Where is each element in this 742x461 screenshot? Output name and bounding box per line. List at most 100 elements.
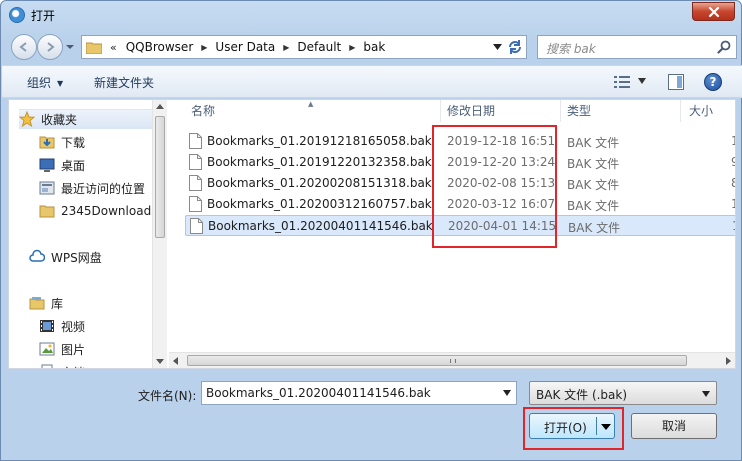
scroll-up-icon[interactable]: [156, 104, 164, 109]
address-dropdown-icon[interactable]: [493, 44, 502, 51]
breadcrumb-chevron-icon[interactable]: ▶: [196, 43, 212, 52]
search-placeholder: 搜索 bak: [546, 42, 596, 56]
filename-label: 文件名(N):: [138, 389, 197, 403]
cloud-icon: [29, 249, 45, 262]
star-icon: [19, 111, 35, 127]
breadcrumb-item[interactable]: Default: [294, 40, 344, 54]
sidebar-item-favorites[interactable]: 收藏夹: [19, 109, 163, 129]
close-button[interactable]: [692, 2, 735, 21]
file-icon: [189, 196, 202, 212]
command-toolbar: 组织 ▼ 新建文件夹 ?: [2, 65, 742, 98]
sidebar-item-pictures[interactable]: 图片: [39, 339, 167, 359]
sidebar-item-desktop[interactable]: 桌面: [39, 155, 167, 175]
filename-dropdown-icon[interactable]: [503, 390, 511, 396]
caret-down-icon: ▼: [57, 79, 64, 88]
sidebar-item-label: 最近访问的位置: [61, 181, 146, 196]
organize-label: 组织: [27, 76, 52, 90]
sidebar-item-wps-cloud[interactable]: WPS网盘: [29, 247, 167, 267]
sidebar-item-label: 下载: [61, 135, 86, 150]
sidebar-item-videos[interactable]: 视频: [39, 316, 167, 336]
file-type-select-value: BAK 文件 (.bak): [536, 388, 628, 402]
breadcrumb-chevron-icon[interactable]: ▶: [344, 43, 360, 52]
window-title: 打开: [31, 9, 56, 23]
file-type: BAK 文件: [567, 199, 620, 213]
folder-icon: [86, 42, 102, 54]
file-size: 9: [731, 155, 735, 169]
recent-locations-dropdown[interactable]: [65, 42, 75, 52]
file-name: Bookmarks_01.20191218165058.bak: [207, 134, 432, 148]
view-details-icon[interactable]: [614, 75, 630, 89]
sidebar-item-2345downloads[interactable]: 2345Downloads: [39, 201, 167, 221]
new-folder-button[interactable]: 新建文件夹: [94, 74, 154, 91]
forward-button[interactable]: [37, 34, 63, 60]
file-name: Bookmarks_01.20191220132358.bak: [207, 155, 432, 169]
desktop-icon: [39, 158, 55, 172]
arrow-left-icon: [19, 42, 27, 52]
scrollbar-thumb[interactable]: [155, 116, 165, 238]
file-icon: [189, 154, 202, 170]
document-icon: [41, 364, 53, 368]
sidebar-item-label: 图片: [61, 342, 86, 357]
breadcrumb-chevron-icon[interactable]: ▶: [278, 43, 294, 52]
download-folder-icon: [39, 136, 55, 149]
navigation-pane[interactable]: 收藏夹 下载 桌面 最近访问的位置 2345Downloads WPS网盘 库 …: [9, 100, 167, 368]
recent-places-icon: [39, 181, 55, 195]
folder-icon: [39, 205, 55, 218]
file-type: BAK 文件: [567, 157, 620, 171]
content-area: 收藏夹 下载 桌面 最近访问的位置 2345Downloads WPS网盘 库 …: [8, 99, 736, 369]
sidebar-item-downloads[interactable]: 下载: [39, 132, 167, 152]
video-icon: [40, 320, 54, 332]
sidebar-item-label: 文档: [61, 364, 85, 369]
address-bar[interactable]: « QQBrowser ▶ User Data ▶ Default ▶ bak: [81, 35, 527, 59]
file-icon: [189, 133, 202, 149]
sidebar-item-recent-places[interactable]: 最近访问的位置: [39, 178, 167, 198]
sidebar-item-label: 桌面: [61, 158, 86, 173]
search-icon[interactable]: [717, 40, 731, 54]
picture-icon: [39, 342, 55, 356]
breadcrumb-item[interactable]: QQBrowser: [123, 40, 197, 54]
breadcrumb-overflow[interactable]: «: [110, 41, 117, 54]
file-icon: [190, 218, 203, 234]
sidebar-item-label: 库: [51, 296, 64, 311]
file-size: 8: [731, 176, 735, 190]
help-icon[interactable]: ?: [704, 73, 722, 91]
open-file-dialog: 打开 « QQBrowser ▶ User Data ▶ Default ▶ b…: [0, 0, 742, 461]
file-size: 13: [732, 219, 735, 233]
sidebar-item-libraries[interactable]: 库: [29, 293, 167, 313]
view-options-dropdown-icon[interactable]: [638, 78, 646, 84]
cancel-button[interactable]: 取消: [631, 413, 717, 439]
refresh-icon[interactable]: [507, 39, 523, 55]
search-box[interactable]: 搜索 bak: [537, 35, 737, 59]
file-name: Bookmarks_01.20200401141546.bak: [208, 219, 433, 233]
sidebar-item-documents[interactable]: 文档: [39, 362, 167, 368]
scroll-right-icon[interactable]: [726, 357, 731, 365]
file-size: 11: [731, 134, 735, 148]
column-header-date-modified[interactable]: 修改日期: [441, 100, 561, 122]
column-header-size[interactable]: 大小: [681, 100, 735, 122]
organize-button[interactable]: 组织 ▼: [27, 74, 63, 91]
filename-input[interactable]: [201, 381, 517, 405]
navigation-pane-scrollbar[interactable]: [152, 100, 167, 368]
sidebar-item-label: 收藏夹: [41, 112, 78, 127]
navigation-bar: « QQBrowser ▶ User Data ▶ Default ▶ bak …: [7, 34, 737, 60]
scrollbar-thumb[interactable]: [187, 355, 687, 366]
file-list-horizontal-scrollbar[interactable]: [169, 352, 735, 368]
file-type: BAK 文件: [568, 221, 621, 235]
library-icon: [29, 297, 45, 310]
breadcrumb-item[interactable]: User Data: [212, 40, 278, 54]
highlight-box-open-button: [523, 407, 624, 450]
scroll-left-icon[interactable]: [173, 357, 178, 365]
scroll-down-icon[interactable]: [156, 359, 164, 364]
file-icon: [189, 175, 202, 191]
sidebar-item-label: WPS网盘: [51, 250, 102, 265]
breadcrumb-item[interactable]: bak: [360, 40, 388, 54]
preview-pane-icon[interactable]: [668, 74, 684, 90]
highlight-box-dates: [432, 125, 557, 248]
column-header-type[interactable]: 类型: [561, 100, 681, 122]
file-size: 13: [731, 197, 735, 211]
back-button[interactable]: [11, 34, 37, 60]
sidebar-item-label: 2345Downloads: [61, 204, 158, 218]
column-header-name[interactable]: 名称: [185, 100, 441, 122]
close-icon: [708, 6, 719, 17]
file-type-select[interactable]: BAK 文件 (.bak): [529, 381, 717, 405]
